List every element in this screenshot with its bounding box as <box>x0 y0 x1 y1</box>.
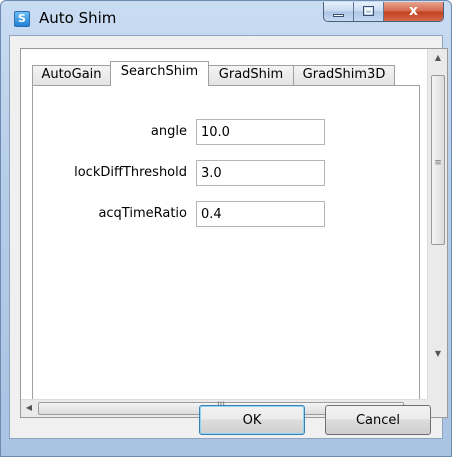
close-button[interactable]: x <box>384 2 443 21</box>
close-icon: x <box>408 3 419 19</box>
tab-searchshim[interactable]: SearchShim <box>110 61 209 86</box>
minimize-button[interactable] <box>324 2 354 21</box>
tab-gradshim3d[interactable]: GradShim3D <box>293 65 395 85</box>
searchshim-panel: angle lockDiffThreshold acqTimeRatio <box>32 85 420 415</box>
scroll-left-icon[interactable]: ◀ <box>19 403 39 412</box>
title-bar[interactable]: S Auto Shim x <box>1 1 451 35</box>
angle-label: angle <box>150 124 187 139</box>
tab-autogain[interactable]: AutoGain <box>32 65 111 85</box>
lockdiffthreshold-input[interactable] <box>196 160 325 186</box>
app-icon: S <box>14 11 30 27</box>
tab-gradshim[interactable]: GradShim <box>208 65 294 85</box>
dialog-window: S Auto Shim x AutoGain SearchShim GradSh… <box>0 0 452 457</box>
scroll-up-icon[interactable]: ▲ <box>428 53 448 62</box>
scroll-down-icon[interactable]: ▼ <box>428 349 448 358</box>
cancel-button[interactable]: Cancel <box>325 405 431 435</box>
acqtimeratio-label: acqTimeRatio <box>98 206 187 221</box>
minimize-icon <box>333 14 344 17</box>
ok-button[interactable]: OK <box>199 405 305 435</box>
maximize-button[interactable] <box>354 2 384 21</box>
lockdiffthreshold-label: lockDiffThreshold <box>74 165 187 180</box>
window-title: Auto Shim <box>39 9 117 27</box>
angle-input[interactable] <box>196 119 325 145</box>
vertical-scroll-thumb[interactable]: ≡ <box>431 75 445 245</box>
dialog-client-area: AutoGain SearchShim GradShim GradShim3D … <box>9 35 448 439</box>
maximize-icon <box>363 6 374 16</box>
vertical-grip-icon: ≡ <box>434 158 442 168</box>
vertical-scrollbar[interactable]: ▲ ≡ ▼ <box>427 49 447 399</box>
caption-buttons: x <box>323 2 444 22</box>
scroll-area: AutoGain SearchShim GradShim GradShim3D … <box>20 48 448 418</box>
acqtimeratio-input[interactable] <box>196 201 325 227</box>
